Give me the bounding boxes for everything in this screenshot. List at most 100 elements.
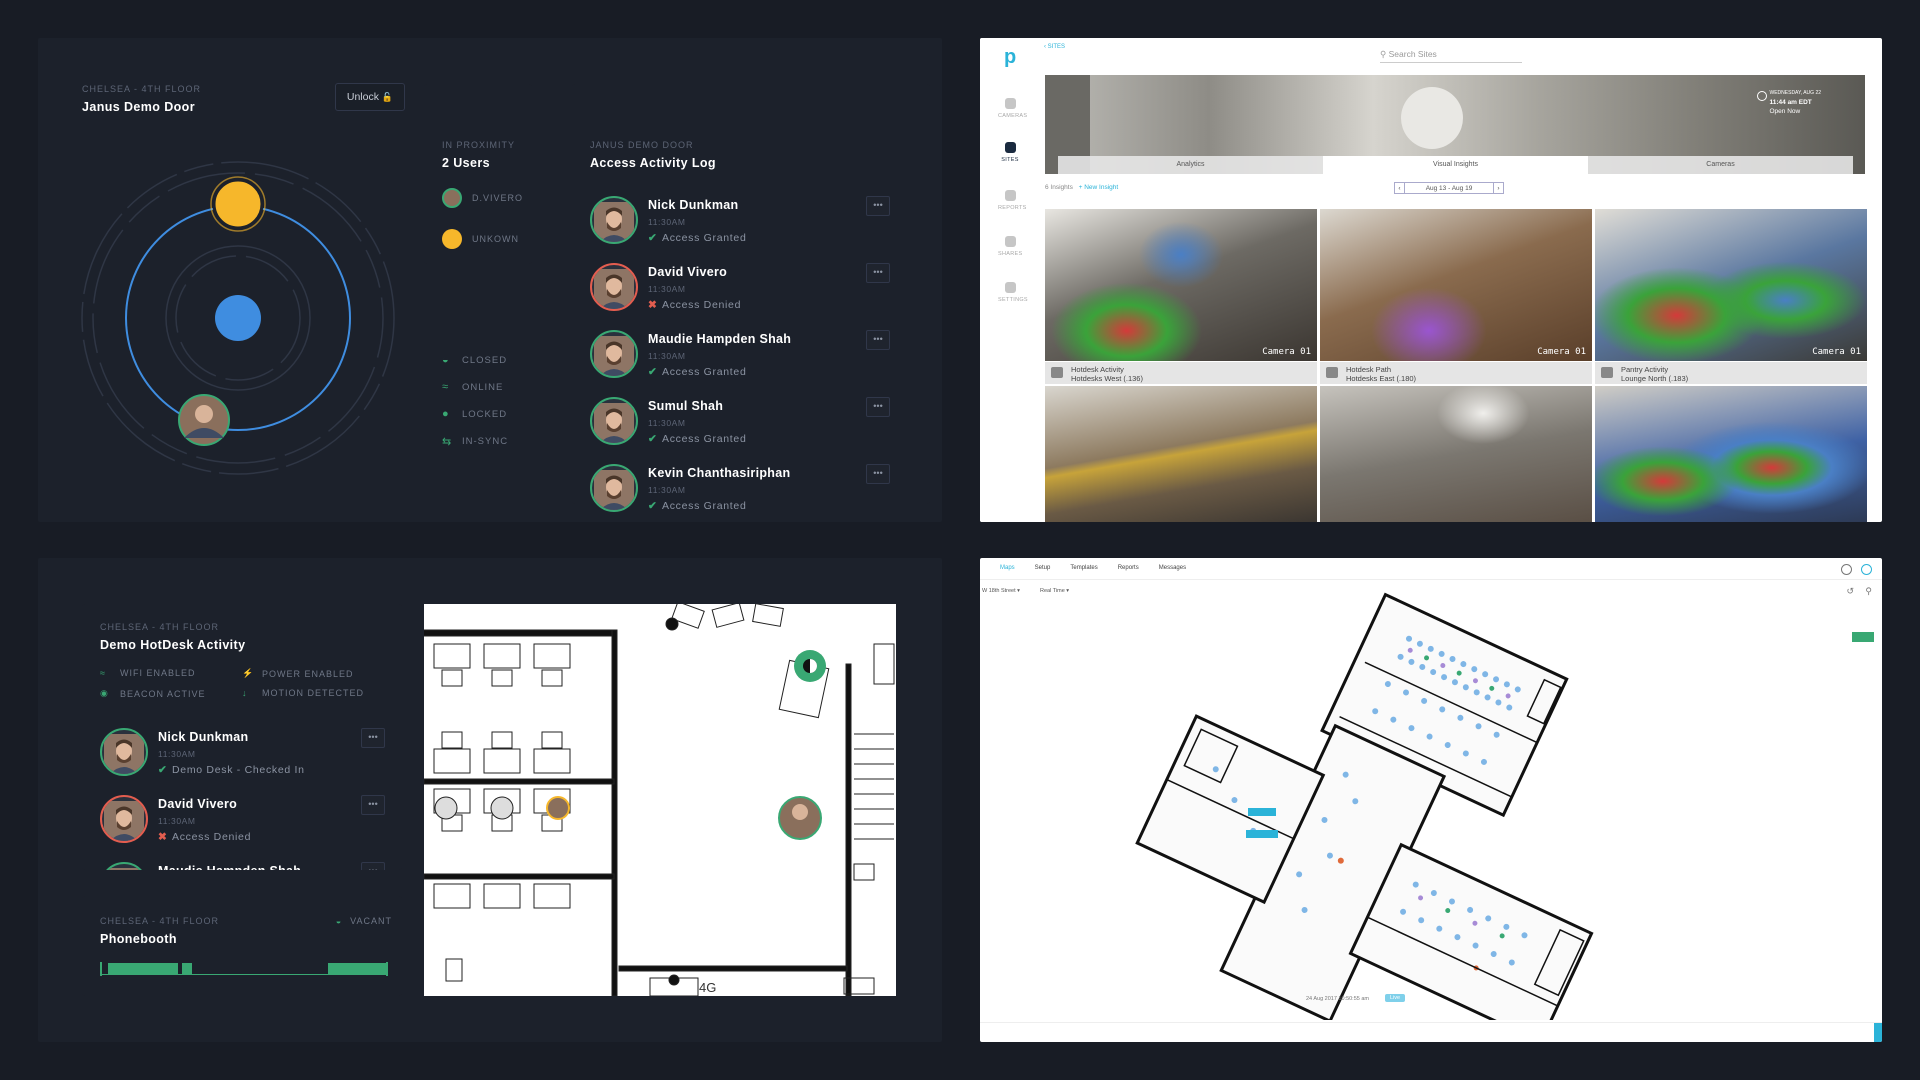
door-panel: CHELSEA - 4TH FLOOR Janus Demo Door Unlo…	[38, 38, 942, 522]
proximity-count: 2 Users	[442, 156, 490, 170]
insights-sidebar: p CAMERAS SITES REPORTS SHARES SETTINGS	[980, 38, 1045, 522]
breadcrumb[interactable]: ‹ SITES	[1044, 44, 1065, 50]
entry-name: David Vivero	[648, 265, 728, 279]
camera-thumbnail[interactable]: Camera 01	[1595, 209, 1867, 361]
camera-label: Camera 01	[1537, 347, 1586, 357]
hotdesk-entry[interactable]: Nick Dunkman 11:30AM ✔ Demo Desk - Checked …	[100, 728, 385, 788]
half-circle-icon: ◒	[335, 916, 343, 926]
entry-time: 11:30AM	[648, 284, 686, 294]
camera-label: Camera 01	[1262, 347, 1311, 357]
log-entry[interactable]: Kevin Chanthasiriphan 11:30AM ✔ Access Gran…	[590, 464, 890, 524]
unlock-label: Unlock	[346, 91, 379, 103]
nav-settings[interactable]: SETTINGS	[998, 282, 1028, 303]
log-entry[interactable]: Maudie Hampden Shah 11:30AM ✔ Access Grante…	[590, 330, 890, 390]
check-icon: ✔	[648, 433, 658, 445]
log-entry[interactable]: Sumul Shah 11:30AM ✔ Access Granted •••	[590, 397, 890, 457]
more-options-button[interactable]: •••	[361, 728, 385, 748]
entry-time: 11:30AM	[648, 351, 686, 361]
user-avatar	[590, 196, 638, 244]
tab-setup[interactable]: Setup	[1025, 558, 1061, 579]
entry-time: 11:30AM	[648, 418, 686, 428]
status-sync: ⇆ IN-SYNC	[442, 436, 509, 448]
live-button[interactable]: Live	[1385, 994, 1406, 1002]
insight-type-icon	[1601, 367, 1613, 378]
nav-sites[interactable]: SITES	[998, 142, 1022, 163]
camera-thumbnail[interactable]	[1320, 386, 1592, 522]
site-clock: WEDNESDAY, AUG 22 11:44 am EDT Open Now	[1769, 90, 1822, 115]
more-options-button[interactable]: •••	[361, 795, 385, 815]
more-options-button[interactable]: •••	[866, 196, 890, 216]
half-circle-icon: ◒	[442, 354, 450, 366]
log-entry[interactable]: Nick Dunkman 11:30AM ✔ Access Granted •••	[590, 196, 890, 256]
person-portrait	[594, 470, 634, 510]
camera-thumbnail[interactable]	[1595, 386, 1867, 522]
entry-status: ✔ Demo Desk - Checked In	[158, 764, 305, 776]
user-avatar	[590, 397, 638, 445]
cross-icon: ✖	[158, 831, 168, 843]
proximity-user-label: D.VIVERO	[472, 193, 524, 203]
person-portrait	[594, 336, 634, 376]
insight-card-caption[interactable]: Hotdesk Activity Hotdesks West (.136)	[1045, 362, 1317, 384]
help-icon[interactable]	[1861, 564, 1872, 575]
wifi-icon: ≈	[442, 381, 450, 393]
person-portrait	[104, 734, 144, 774]
site-hero: WEDNESDAY, AUG 22 11:44 am EDT Open Now An…	[1045, 75, 1865, 174]
tab-messages[interactable]: Messages	[1149, 558, 1196, 579]
insight-card-caption[interactable]: Pantry Activity Lounge North (.183)	[1595, 362, 1867, 384]
app-logo[interactable]: p	[1004, 46, 1016, 69]
date-range-picker[interactable]: ‹ Aug 13 - Aug 19 ›	[1394, 182, 1504, 194]
camera-thumbnail[interactable]: Camera 01	[1045, 209, 1317, 361]
timeline-handle[interactable]	[1874, 1023, 1882, 1042]
log-entry[interactable]: David Vivero 11:30AM ✖ Access Denied •••	[590, 263, 890, 323]
tab-templates[interactable]: Templates	[1060, 558, 1107, 579]
phonebooth-card: CHELSEA - 4TH FLOOR Phonebooth ◒ VACANT	[82, 896, 402, 996]
proximity-user[interactable]: D.VIVERO	[442, 188, 523, 208]
more-options-button[interactable]: •••	[361, 862, 385, 870]
more-options-button[interactable]: •••	[866, 330, 890, 350]
user-avatar	[590, 464, 638, 512]
prev-week-icon[interactable]: ‹	[1395, 183, 1405, 194]
insight-type-icon	[1051, 367, 1063, 378]
next-week-icon[interactable]: ›	[1493, 183, 1503, 194]
unlock-button[interactable]: Unlock 🔓	[335, 83, 405, 111]
sync-icon: ⇆	[442, 436, 453, 448]
camera-thumbnail[interactable]: Camera 01	[1320, 209, 1592, 361]
proximity-card: IN PROXIMITY 2 Users D.VIVERO UNKOWN	[424, 84, 532, 264]
clock-icon	[1757, 91, 1767, 101]
timeline-bar[interactable]	[980, 1022, 1882, 1042]
person-portrait	[594, 202, 634, 242]
hotdesk-entry[interactable]: Maudie Hampden Shah •••	[100, 862, 385, 870]
insight-type-icon	[1326, 367, 1338, 378]
camera-thumbnail[interactable]	[1045, 386, 1317, 522]
proximity-radar	[81, 161, 395, 475]
insight-card-caption[interactable]: Hotdesk Path Hotdesks East (.180)	[1320, 362, 1592, 384]
more-options-button[interactable]: •••	[866, 263, 890, 283]
phonebooth-title: Phonebooth	[100, 932, 177, 946]
search-placeholder: Search Sites	[1388, 49, 1437, 59]
tab-reports[interactable]: Reports	[1108, 558, 1149, 579]
tab-analytics[interactable]: Analytics	[1058, 156, 1323, 174]
search-input[interactable]: ⚲ Search Sites	[1380, 49, 1522, 63]
user-avatar	[100, 728, 148, 776]
insights-panel: p CAMERAS SITES REPORTS SHARES SETTINGS …	[980, 38, 1882, 522]
more-options-button[interactable]: •••	[866, 464, 890, 484]
nav-cameras[interactable]: CAMERAS	[998, 98, 1027, 119]
nav-shares[interactable]: SHARES	[998, 236, 1022, 257]
unknown-user-dot	[442, 229, 462, 249]
proximity-user[interactable]: UNKOWN	[442, 229, 519, 249]
check-icon: ✔	[648, 500, 658, 512]
hotdesk-panel: CHELSEA - 4TH FLOOR Demo HotDesk Activit…	[38, 558, 942, 1042]
new-insight-link[interactable]: + New Insight	[1079, 184, 1119, 191]
entry-status: ✖ Access Denied	[158, 831, 252, 843]
nav-reports[interactable]: REPORTS	[998, 190, 1026, 211]
globe-icon[interactable]	[1841, 564, 1852, 575]
tab-cameras[interactable]: Cameras	[1588, 156, 1853, 174]
hotdesk-entry[interactable]: David Vivero 11:30AM ✖ Access Denied •••	[100, 795, 385, 855]
tab-maps[interactable]: Maps	[990, 558, 1025, 579]
more-options-button[interactable]: •••	[866, 397, 890, 417]
entry-time: 11:30AM	[648, 485, 686, 495]
insight-count: 6 Insights + New Insight	[1045, 184, 1119, 191]
phonebooth-location: CHELSEA - 4TH FLOOR	[100, 916, 220, 926]
tab-visual-insights[interactable]: Visual Insights	[1323, 156, 1588, 174]
floor-plan: 4G	[424, 604, 896, 996]
